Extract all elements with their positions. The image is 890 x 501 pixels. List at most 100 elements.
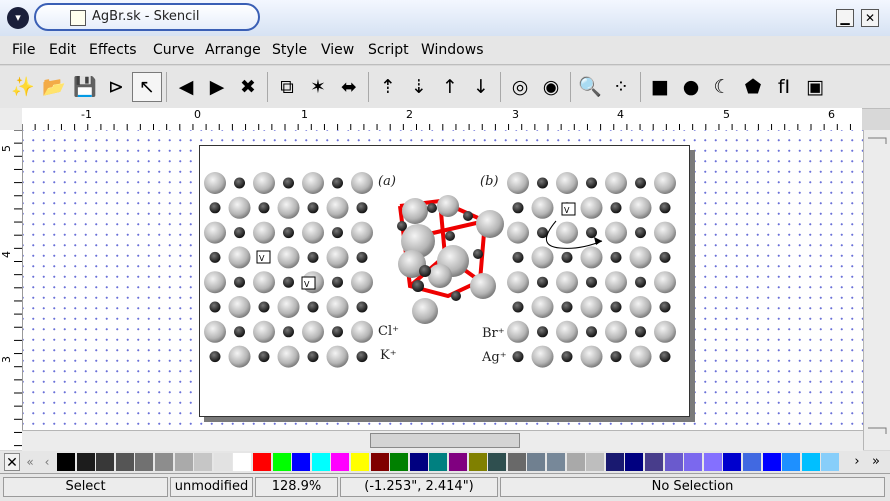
move-to-top-icon[interactable]: ⇡ [373, 72, 403, 102]
status-document-state: unmodified [170, 477, 253, 497]
menu-style[interactable]: Style [272, 42, 307, 58]
menu-effects[interactable]: Effects [89, 42, 137, 58]
zoom-icon[interactable]: 🔍 [575, 72, 605, 102]
color-swatch[interactable] [292, 453, 311, 471]
color-swatch[interactable] [547, 453, 565, 471]
v-ruler-label: 4 [0, 251, 13, 258]
h-ruler-label: 2 [406, 108, 413, 121]
color-swatch[interactable] [331, 453, 350, 471]
color-swatch[interactable] [155, 453, 173, 471]
color-swatch[interactable] [135, 453, 154, 471]
drawing-canvas[interactable]: V V V (a) (b) Cl⁺ K⁺ Br⁺ Ag⁺ [23, 130, 863, 450]
h-ruler-label: 5 [723, 108, 730, 121]
polygon-tool-icon[interactable]: ⬟ [738, 72, 768, 102]
color-swatch[interactable] [409, 453, 428, 471]
menu-windows[interactable]: Windows [421, 42, 484, 58]
move-one-up-icon[interactable]: ↑ [435, 72, 465, 102]
no-color-button[interactable]: ✕ [4, 453, 20, 471]
document-icon [70, 10, 86, 26]
color-swatch[interactable] [174, 453, 193, 471]
select-pointer-icon[interactable]: ↖ [132, 72, 162, 102]
delete-icon[interactable]: ✖ [233, 72, 263, 102]
horizontal-ruler[interactable]: -1 0 1 2 3 4 5 6 [22, 108, 862, 131]
color-swatch[interactable] [703, 453, 722, 471]
text-tool-icon[interactable]: fI [769, 72, 799, 102]
v-ruler-label: 3 [0, 356, 13, 363]
imported-figure[interactable]: V V V (a) (b) Cl⁺ K⁺ Br⁺ Ag⁺ [199, 145, 690, 417]
edit-node-tool-icon[interactable]: ⊳ [101, 72, 131, 102]
color-swatch[interactable] [115, 453, 134, 471]
move-to-bottom-icon[interactable]: ⇣ [404, 72, 434, 102]
grid-snap-icon[interactable]: ⁘ [606, 72, 636, 102]
menu-edit[interactable]: Edit [49, 42, 76, 58]
color-swatch[interactable] [566, 453, 585, 471]
guide-snap-icon[interactable]: ◎ [505, 72, 535, 102]
redo-icon[interactable]: ▶ [202, 72, 232, 102]
toolbar-separator [500, 72, 501, 102]
ungroup-icon[interactable]: ✶ [303, 72, 333, 102]
color-swatch[interactable] [233, 453, 252, 471]
color-swatch[interactable] [213, 453, 232, 471]
color-swatch[interactable] [194, 453, 213, 471]
group-icon[interactable]: ⧉ [272, 72, 302, 102]
color-swatch[interactable] [507, 453, 526, 471]
color-swatch[interactable] [743, 453, 761, 471]
palette-prev-icon[interactable]: ‹ [39, 453, 55, 471]
palette-last-icon[interactable]: » [867, 453, 885, 471]
color-swatch[interactable] [468, 453, 487, 471]
color-swatch[interactable] [370, 453, 389, 471]
color-swatch[interactable] [723, 453, 742, 471]
color-swatch[interactable] [821, 453, 840, 471]
color-swatch[interactable] [605, 453, 624, 471]
close-window-button[interactable]: ✕ [861, 9, 879, 27]
vertical-ruler[interactable]: 5 4 3 [0, 130, 23, 450]
color-swatch[interactable] [272, 453, 291, 471]
color-swatch[interactable] [449, 453, 467, 471]
h-ruler-label: -1 [81, 108, 92, 121]
color-swatch[interactable] [57, 453, 75, 471]
color-swatch[interactable] [488, 453, 507, 471]
color-swatch[interactable] [801, 453, 820, 471]
palette-first-icon[interactable]: « [22, 453, 38, 471]
move-one-down-icon[interactable]: ↓ [466, 72, 496, 102]
color-swatch[interactable] [684, 453, 703, 471]
minimize-button[interactable]: ▁ [836, 9, 854, 27]
color-swatch[interactable] [645, 453, 663, 471]
menu-curve[interactable]: Curve [153, 42, 194, 58]
new-document-icon[interactable]: ✨ [8, 72, 38, 102]
undo-icon[interactable]: ◀ [171, 72, 201, 102]
menu-file[interactable]: File [12, 42, 35, 58]
window-menu-button[interactable]: ▾ [7, 7, 29, 29]
object-snap-icon[interactable]: ◉ [536, 72, 566, 102]
color-swatch[interactable] [586, 453, 605, 471]
h-ruler-label: 6 [828, 108, 835, 121]
color-swatch[interactable] [351, 453, 369, 471]
color-swatch[interactable] [76, 453, 95, 471]
horizontal-scrollbar[interactable] [22, 430, 863, 451]
menu-arrange[interactable]: Arrange [205, 42, 261, 58]
color-swatch[interactable] [429, 453, 448, 471]
toolbar-separator [166, 72, 167, 102]
color-swatch[interactable] [762, 453, 781, 471]
rectangle-tool-icon[interactable]: ■ [645, 72, 675, 102]
menu-view[interactable]: View [321, 42, 354, 58]
color-swatch[interactable] [527, 453, 546, 471]
horizontal-scroll-thumb[interactable] [370, 433, 520, 448]
color-swatch[interactable] [390, 453, 409, 471]
palette-next-icon[interactable]: › [849, 453, 865, 471]
color-swatch[interactable] [96, 453, 115, 471]
color-swatch[interactable] [782, 453, 801, 471]
open-document-icon[interactable]: 📂 [39, 72, 69, 102]
menu-script[interactable]: Script [368, 42, 409, 58]
blend-icon[interactable]: ⬌ [334, 72, 364, 102]
vertical-scrollbar[interactable] [863, 130, 890, 450]
color-swatch[interactable] [311, 453, 330, 471]
save-document-icon[interactable]: 💾 [70, 72, 100, 102]
bezier-tool-icon[interactable]: ☾ [707, 72, 737, 102]
color-swatch[interactable] [625, 453, 644, 471]
title-bar: ▾ AgBr.sk - Skencil ▁ ✕ [0, 0, 890, 37]
color-swatch[interactable] [253, 453, 271, 471]
ellipse-tool-icon[interactable]: ● [676, 72, 706, 102]
color-swatch[interactable] [664, 453, 683, 471]
image-tool-icon[interactable]: ▣ [800, 72, 830, 102]
